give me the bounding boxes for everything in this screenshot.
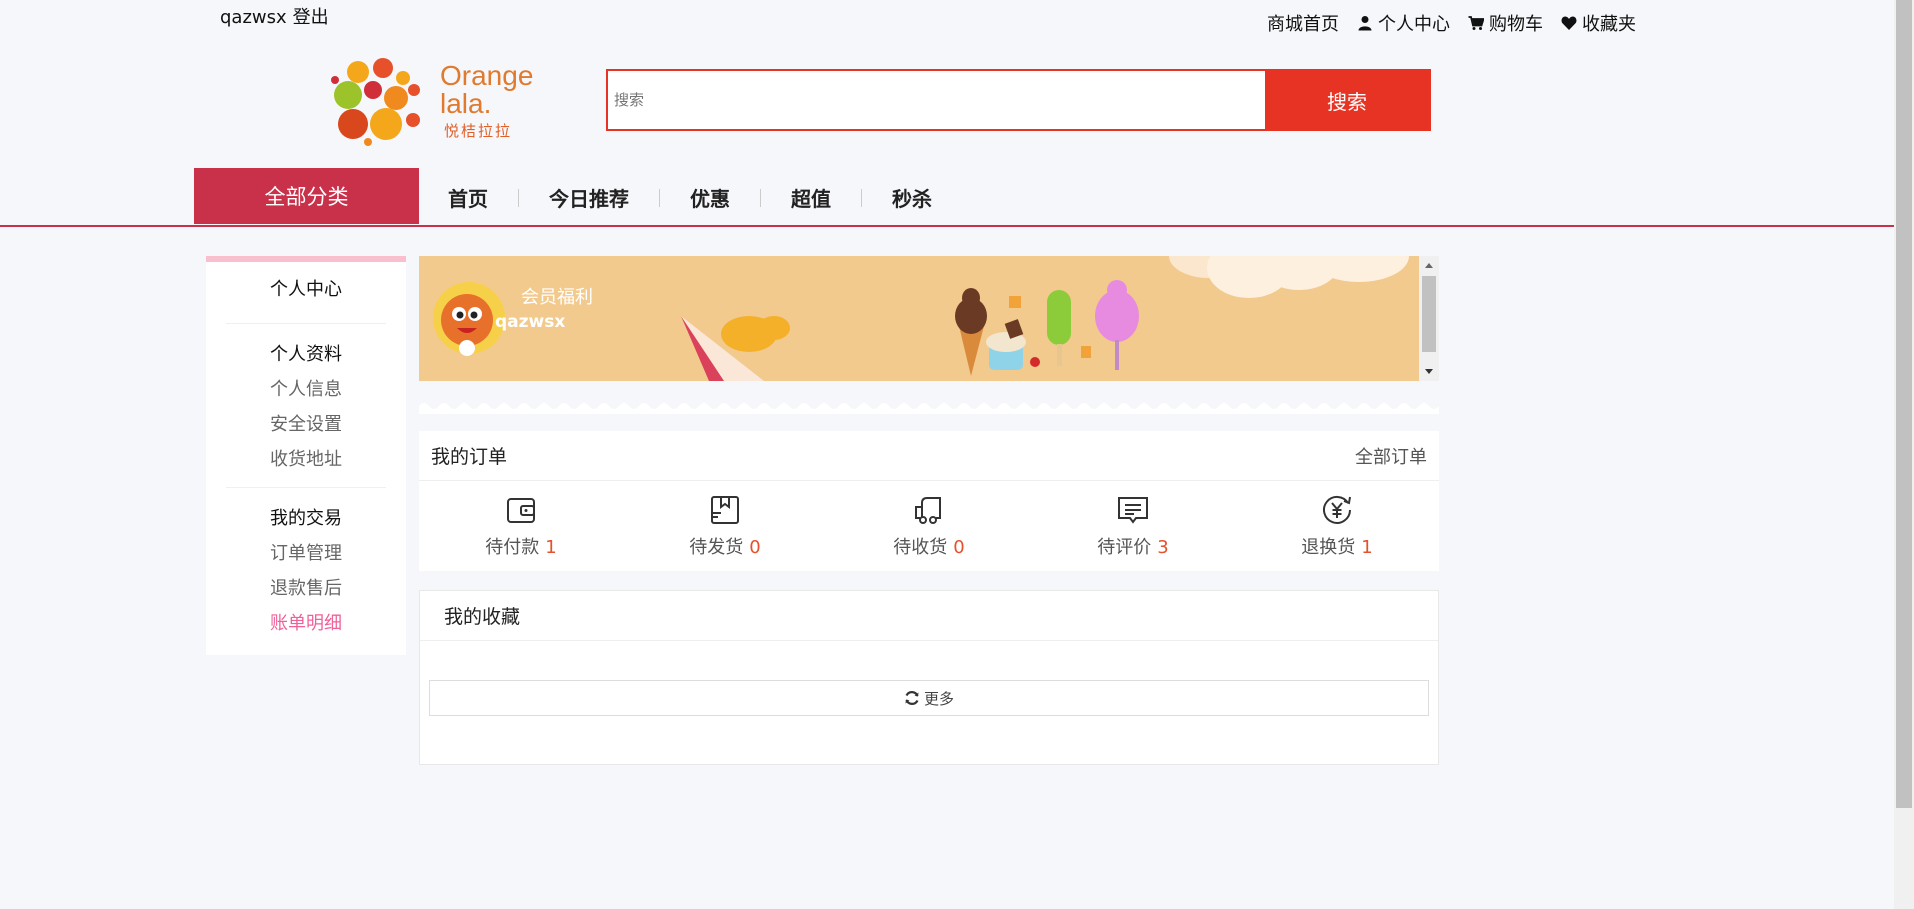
heart-icon xyxy=(1561,16,1577,30)
my-orders-panel: 我的订单 全部订单 待付款 1 待发货 0 待收货 0 待评价 3 退换货 1 xyxy=(419,431,1439,571)
banner-illustration xyxy=(433,256,1409,381)
logo-line-1: Orange xyxy=(440,60,534,91)
orders-title: 我的订单 xyxy=(431,446,508,468)
favorites-label: 收藏夹 xyxy=(1582,14,1636,35)
sidebar-title[interactable]: 个人中心 xyxy=(226,262,386,324)
site-logo[interactable]: Orange lala. 悦桔拉拉 xyxy=(328,50,538,150)
sidebar-item-address[interactable]: 收货地址 xyxy=(226,442,386,477)
mall-home-link[interactable]: 商城首页 xyxy=(1267,10,1339,36)
refund-icon xyxy=(1323,495,1351,524)
order-status-text: 待付款 xyxy=(485,537,540,558)
sidebar-item-personal-info[interactable]: 个人信息 xyxy=(226,372,386,407)
favorites-header: 我的收藏 xyxy=(420,591,1438,641)
sidebar-group-title: 个人资料 xyxy=(270,344,342,365)
member-banner: 会员福利 qazwsx xyxy=(419,256,1439,381)
page-scroll-thumb[interactable] xyxy=(1896,0,1912,808)
cart-label: 购物车 xyxy=(1489,14,1543,35)
nav-items: 首页 今日推荐 优惠 超值 秒杀 xyxy=(448,183,932,212)
sidebar-group-profile: 个人资料 个人信息 安全设置 收货地址 xyxy=(226,324,386,488)
nav-item-today[interactable]: 今日推荐 xyxy=(549,183,629,212)
order-status-label: 待收货 0 xyxy=(893,533,964,559)
order-status-count: 0 xyxy=(749,537,761,558)
scroll-up-icon[interactable] xyxy=(1419,258,1439,272)
mall-home-label: 商城首页 xyxy=(1267,14,1339,35)
search-bar: 搜索 xyxy=(606,69,1431,131)
logo-text: Orange lala. xyxy=(440,62,533,118)
load-more-label: 更多 xyxy=(923,689,954,708)
order-status-label: 待发货 0 xyxy=(689,533,760,559)
top-links: 商城首页 个人中心 购物车 收藏夹 xyxy=(1267,10,1636,36)
main-nav: 全部分类 首页 今日推荐 优惠 超值 秒杀 xyxy=(0,168,1894,227)
all-categories-button[interactable]: 全部分类 xyxy=(194,168,419,224)
order-status-count: 1 xyxy=(545,537,557,558)
order-status-text: 待发货 xyxy=(689,537,744,558)
order-status-pending-shipment[interactable]: 待发货 0 xyxy=(623,481,827,571)
nav-divider xyxy=(760,188,761,207)
order-status-label: 待付款 1 xyxy=(485,533,556,559)
sidebar-item-bills[interactable]: 账单明细 xyxy=(226,606,386,641)
load-more-button[interactable]: 更多 xyxy=(429,680,1429,716)
personal-center-link[interactable]: 个人中心 xyxy=(1357,10,1450,36)
user-login-area: qazwsx 登出 xyxy=(220,3,335,29)
order-status-label: 待评价 3 xyxy=(1097,533,1168,559)
sidebar: 个人中心 个人资料 个人信息 安全设置 收货地址 我的交易 订单管理 退款售后 … xyxy=(206,256,406,655)
nav-item-home[interactable]: 首页 xyxy=(448,183,488,212)
refresh-icon xyxy=(905,691,919,705)
logo-subtitle: 悦桔拉拉 xyxy=(444,122,513,140)
favorites-title: 我的收藏 xyxy=(444,606,521,628)
sidebar-item-refunds[interactable]: 退款售后 xyxy=(226,571,386,606)
banner-scroll-thumb[interactable] xyxy=(1422,276,1436,352)
nav-item-flash-sale[interactable]: 秒杀 xyxy=(892,183,932,212)
my-favorites-panel: 我的收藏 更多 xyxy=(419,590,1439,765)
logo-line-2: lala. xyxy=(440,88,492,119)
nav-divider xyxy=(518,188,519,207)
package-icon xyxy=(711,496,739,524)
sidebar-item-orders[interactable]: 订单管理 xyxy=(226,536,386,571)
username: qazwsx xyxy=(220,7,287,28)
nav-item-value[interactable]: 超值 xyxy=(791,183,831,212)
order-status-row: 待付款 1 待发货 0 待收货 0 待评价 3 退换货 1 xyxy=(419,481,1439,571)
sidebar-group-title: 我的交易 xyxy=(270,508,342,529)
comment-icon xyxy=(1118,497,1148,524)
favorites-link[interactable]: 收藏夹 xyxy=(1561,10,1636,36)
order-status-count: 0 xyxy=(953,537,965,558)
wallet-icon xyxy=(507,498,535,523)
orders-header: 我的订单 全部订单 xyxy=(419,431,1439,481)
logout-link[interactable]: 登出 xyxy=(293,7,329,28)
order-status-pending-receipt[interactable]: 待收货 0 xyxy=(827,481,1031,571)
banner-title: 会员福利 xyxy=(521,287,593,308)
banner-username: qazwsx xyxy=(495,312,566,332)
nav-divider xyxy=(861,188,862,207)
order-status-pending-review[interactable]: 待评价 3 xyxy=(1031,481,1235,571)
sidebar-group-trade: 我的交易 订单管理 退款售后 账单明细 xyxy=(226,488,386,651)
cart-link[interactable]: 购物车 xyxy=(1468,10,1543,36)
order-status-return-exchange[interactable]: 退换货 1 xyxy=(1235,481,1439,571)
search-button[interactable]: 搜索 xyxy=(1265,71,1429,129)
order-status-count: 3 xyxy=(1157,537,1169,558)
order-status-text: 待收货 xyxy=(893,537,948,558)
truck-icon xyxy=(915,497,941,524)
nav-divider xyxy=(659,188,660,207)
order-status-text: 退换货 xyxy=(1301,537,1356,558)
scroll-down-icon[interactable] xyxy=(1419,365,1439,379)
cart-icon xyxy=(1468,16,1484,30)
order-status-label: 退换货 1 xyxy=(1301,533,1372,559)
personal-center-label: 个人中心 xyxy=(1378,14,1450,35)
page-scrollbar[interactable] xyxy=(1894,0,1914,909)
order-status-count: 1 xyxy=(1361,537,1373,558)
nav-item-discount[interactable]: 优惠 xyxy=(690,183,730,212)
all-orders-link[interactable]: 全部订单 xyxy=(1355,443,1427,469)
page: qazwsx 登出 商城首页 个人中心 购物车 收藏夹 Orange lala.… xyxy=(0,0,1914,909)
wavy-divider xyxy=(419,403,1439,414)
order-status-text: 待评价 xyxy=(1097,537,1152,558)
banner-scrollbar[interactable] xyxy=(1419,256,1439,381)
order-status-pending-payment[interactable]: 待付款 1 xyxy=(419,481,623,571)
user-icon xyxy=(1358,16,1372,31)
sidebar-item-security[interactable]: 安全设置 xyxy=(226,407,386,442)
logo-dots-icon xyxy=(331,58,420,146)
search-input[interactable] xyxy=(608,71,1265,129)
